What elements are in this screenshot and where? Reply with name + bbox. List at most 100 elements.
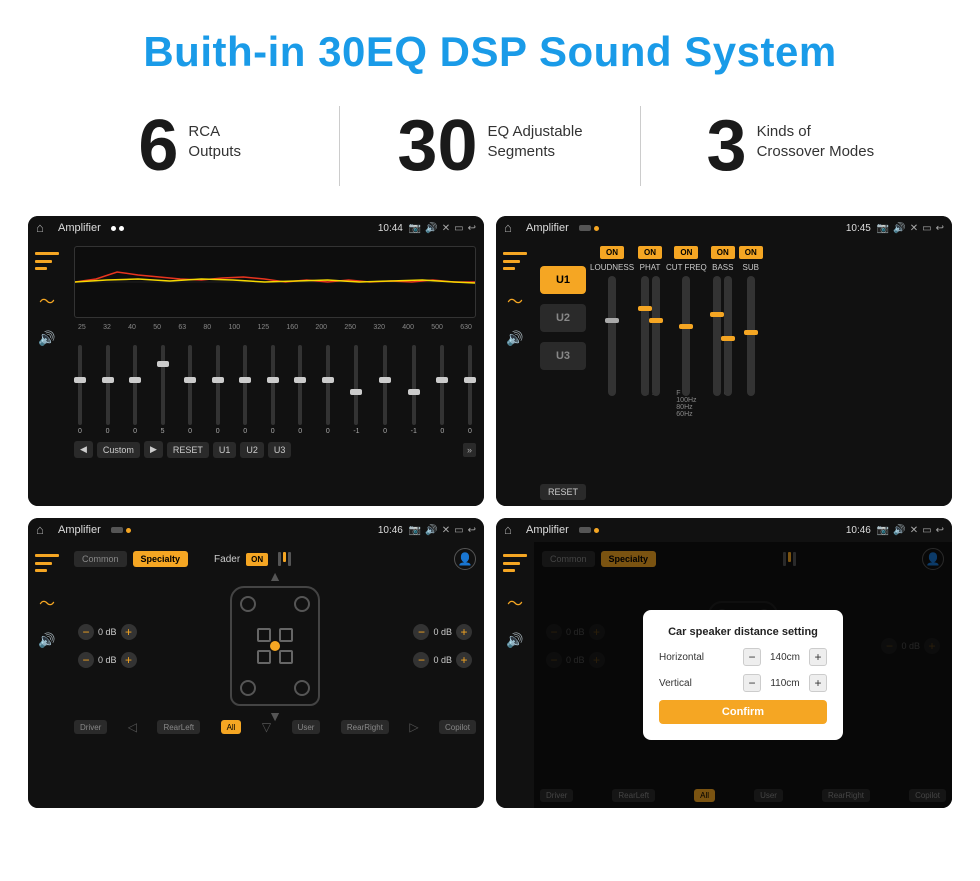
dialog-wave-icon[interactable]: 〜 — [507, 590, 523, 614]
amp-loudness-toggle[interactable]: ON — [600, 246, 624, 259]
eq-u1-btn[interactable]: U1 — [213, 442, 237, 458]
amp-u1-btn[interactable]: U1 — [540, 266, 586, 294]
db-minus-left-top[interactable]: − — [78, 624, 94, 640]
confirm-button[interactable]: Confirm — [659, 700, 827, 724]
amp-phat-col: ON PHAT G F — [638, 246, 662, 500]
dialog-vertical-minus[interactable]: − — [743, 674, 761, 692]
amp-phat-slider-g[interactable] — [641, 276, 649, 396]
eq-play-btn[interactable]: ▶ — [144, 441, 163, 458]
db-plus-right-top[interactable]: + — [456, 624, 472, 640]
db-minus-right-bottom[interactable]: − — [413, 652, 429, 668]
dialog-close-icon[interactable]: ✕ — [910, 525, 918, 536]
fader-toggle-btn[interactable]: ON — [246, 553, 268, 566]
fader-rearleft-btn[interactable]: RearLeft — [157, 720, 200, 734]
eq-slider-4[interactable]: 5 — [161, 335, 165, 435]
db-minus-right-top[interactable]: − — [413, 624, 429, 640]
amp-filter-icon[interactable] — [503, 252, 527, 270]
eq-slider-15[interactable]: 0 — [468, 335, 472, 435]
fader-profile-icon[interactable]: 👤 — [454, 548, 476, 570]
fader-all-btn[interactable]: All — [221, 720, 242, 734]
eq-slider-8[interactable]: 0 — [271, 335, 275, 435]
close-icon[interactable]: ✕ — [442, 223, 450, 234]
eq-forward-btn[interactable]: » — [463, 443, 476, 457]
amp-bass-toggle[interactable]: ON — [711, 246, 735, 259]
eq-slider-9[interactable]: 0 — [298, 335, 302, 435]
amp-wave-icon[interactable]: 〜 — [507, 288, 523, 312]
eq-reset-btn[interactable]: RESET — [167, 442, 209, 458]
amp-bass-label: BASS — [712, 263, 733, 272]
fader-copilot-btn[interactable]: Copilot — [439, 720, 476, 734]
eq-slider-7[interactable]: 0 — [243, 335, 247, 435]
amp-back-icon[interactable]: ↩ — [936, 223, 944, 234]
fader-wave-icon[interactable]: 〜 — [39, 590, 55, 614]
eq-slider-2[interactable]: 0 — [106, 335, 110, 435]
fader-user-btn[interactable]: User — [292, 720, 321, 734]
fader-speaker-icon[interactable]: 🔊 — [38, 632, 55, 649]
amp-sub-toggle[interactable]: ON — [739, 246, 763, 259]
db-minus-left-bottom[interactable]: − — [78, 652, 94, 668]
fader-home-icon[interactable]: ⌂ — [36, 522, 52, 538]
eq-custom-btn[interactable]: Custom — [97, 442, 140, 458]
dialog-topbar: ⌂ Amplifier 10:46 📷 🔊 ✕ ▭ ↩ — [496, 518, 952, 542]
eq-slider-12[interactable]: 0 — [383, 335, 387, 435]
fader-driver-btn[interactable]: Driver — [74, 720, 107, 734]
db-plus-left-bottom[interactable]: + — [121, 652, 137, 668]
eq-slider-13[interactable]: -1 — [411, 335, 417, 435]
eq-slider-1[interactable]: 0 — [78, 335, 82, 435]
page-title: Buith-in 30EQ DSP Sound System — [0, 0, 980, 96]
db-plus-right-bottom[interactable]: + — [456, 652, 472, 668]
fader-filter-icon[interactable] — [35, 554, 59, 572]
fader-back-icon[interactable]: ↩ — [468, 525, 476, 536]
eq-slider-5[interactable]: 0 — [188, 335, 192, 435]
amp-loudness-col: ON LOUDNESS 0 — [590, 246, 634, 500]
dialog-filter-icon[interactable] — [503, 554, 527, 572]
amp-home-icon[interactable]: ⌂ — [504, 220, 520, 236]
amp-bass-slider-g[interactable] — [724, 276, 732, 396]
eq-slider-6[interactable]: 0 — [216, 335, 220, 435]
fader-close-icon[interactable]: ✕ — [442, 525, 450, 536]
dialog-back-icon[interactable]: ↩ — [936, 525, 944, 536]
eq-wave-icon[interactable]: 〜 — [39, 288, 55, 312]
car-down-arrow[interactable]: ▼ — [268, 708, 282, 724]
dialog-vertical-plus[interactable]: + — [809, 674, 827, 692]
eq-slider-10[interactable]: 0 — [326, 335, 330, 435]
amp-phat-toggle[interactable]: ON — [638, 246, 662, 259]
amp-loudness-slider[interactable] — [608, 276, 616, 396]
amp-dot-orange — [594, 226, 599, 231]
amp-u2-btn[interactable]: U2 — [540, 304, 586, 332]
dialog-vertical-row: Vertical − 110cm + — [659, 674, 827, 692]
amp-reset-btn[interactable]: RESET — [540, 484, 586, 500]
eq-u2-btn[interactable]: U2 — [240, 442, 264, 458]
amp-cutfreq-toggle[interactable]: ON — [674, 246, 698, 259]
db-plus-left-top[interactable]: + — [121, 624, 137, 640]
amp-close-icon[interactable]: ✕ — [910, 223, 918, 234]
eq-graph — [74, 246, 476, 318]
back-icon[interactable]: ↩ — [468, 223, 476, 234]
amp-u3-btn[interactable]: U3 — [540, 342, 586, 370]
fader-screen-title: Amplifier — [58, 524, 101, 536]
home-icon[interactable]: ⌂ — [36, 220, 52, 236]
eq-filter-icon[interactable] — [35, 252, 59, 270]
dialog-window-icon: ▭ — [922, 525, 931, 536]
dialog-horizontal-minus[interactable]: − — [743, 648, 761, 666]
dialog-speaker-icon[interactable]: 🔊 — [506, 632, 523, 649]
dialog-home-icon[interactable]: ⌂ — [504, 522, 520, 538]
eq-slider-14[interactable]: 0 — [440, 335, 444, 435]
fader-topbar: ⌂ Amplifier 10:46 📷 🔊 ✕ ▭ ↩ — [28, 518, 484, 542]
eq-u3-btn[interactable]: U3 — [268, 442, 292, 458]
amp-cutfreq-slider[interactable] — [682, 276, 690, 396]
dialog-horizontal-plus[interactable]: + — [809, 648, 827, 666]
fader-specialty-tab[interactable]: Specialty — [133, 551, 189, 567]
car-up-arrow[interactable]: ▲ — [268, 568, 282, 584]
eq-speaker-icon[interactable]: 🔊 — [38, 330, 55, 347]
amp-bass-slider-f[interactable] — [713, 276, 721, 396]
eq-prev-btn[interactable]: ◀ — [74, 441, 93, 458]
fader-common-tab[interactable]: Common — [74, 551, 127, 567]
amp-sub-slider[interactable] — [747, 276, 755, 396]
amp-phat-slider-f[interactable] — [652, 276, 660, 396]
fader-rearright-btn[interactable]: RearRight — [341, 720, 389, 734]
amp-speaker-icon[interactable]: 🔊 — [506, 330, 523, 347]
eq-slider-3[interactable]: 0 — [133, 335, 137, 435]
eq-bottom-bar: ◀ Custom ▶ RESET U1 U2 U3 » — [74, 441, 476, 458]
eq-slider-11[interactable]: -1 — [353, 335, 359, 435]
